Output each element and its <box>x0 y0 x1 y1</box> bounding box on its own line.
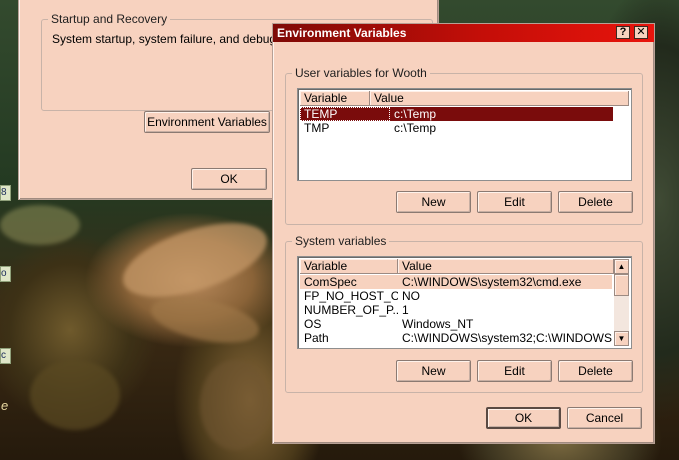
scroll-down-arrow-icon[interactable]: ▼ <box>614 331 629 346</box>
system-variable-row[interactable]: Path C:\WINDOWS\system32;C:\WINDOWS;... <box>300 331 612 345</box>
environment-variables-button[interactable]: Environment Variables <box>144 111 270 133</box>
user-list-header: Variable Value <box>300 91 629 106</box>
startup-recovery-title: Startup and Recovery <box>48 12 171 26</box>
system-variable-row[interactable]: ComSpec C:\WINDOWS\system32\cmd.exe <box>300 275 612 289</box>
environment-variables-dialog: Environment Variables ? ✕ User variables… <box>272 23 655 444</box>
column-header-variable[interactable]: Variable <box>300 91 370 106</box>
user-variables-title: User variables for Wooth <box>292 66 430 80</box>
dialog-title: Environment Variables <box>277 26 407 40</box>
scroll-thumb[interactable] <box>614 274 629 296</box>
help-button[interactable]: ? <box>616 26 630 39</box>
system-variables-list[interactable]: Variable Value ComSpec C:\WINDOWS\system… <box>297 256 632 349</box>
user-delete-button[interactable]: Delete <box>558 191 633 213</box>
system-variable-row[interactable]: NUMBER_OF_P... 1 <box>300 303 612 317</box>
system-variables-group: System variables Variable Value ComSpec … <box>285 234 643 393</box>
column-header-value[interactable]: Value <box>370 91 629 106</box>
desktop-edge-item[interactable]: o <box>0 266 11 282</box>
close-icon[interactable]: ✕ <box>634 26 648 39</box>
desktop-edge-item[interactable]: c <box>0 348 11 364</box>
system-edit-button[interactable]: Edit <box>477 360 552 382</box>
desktop-edge-item[interactable]: 8 <box>0 185 11 201</box>
column-header-value[interactable]: Value <box>398 259 614 274</box>
dialog-titlebar[interactable]: Environment Variables ? ✕ <box>273 24 654 42</box>
column-header-variable[interactable]: Variable <box>300 259 398 274</box>
user-variables-group: User variables for Wooth Variable Value … <box>285 66 643 225</box>
user-variable-row[interactable]: TEMP c:\Temp <box>300 107 613 121</box>
startup-recovery-description: System startup, system failure, and debu… <box>52 32 305 46</box>
desktop-edge-glyph: e <box>1 398 9 413</box>
scroll-up-arrow-icon[interactable]: ▲ <box>614 259 629 274</box>
system-variable-row[interactable]: FP_NO_HOST_C... NO <box>300 289 612 303</box>
cancel-button[interactable]: Cancel <box>567 407 642 429</box>
system-new-button[interactable]: New <box>396 360 471 382</box>
user-new-button[interactable]: New <box>396 191 471 213</box>
ok-button[interactable]: OK <box>486 407 561 429</box>
user-edit-button[interactable]: Edit <box>477 191 552 213</box>
system-list-scrollbar[interactable]: ▲ ▼ <box>614 259 629 346</box>
system-properties-ok-button[interactable]: OK <box>191 168 267 190</box>
system-variable-row[interactable]: OS Windows_NT <box>300 317 612 331</box>
user-variable-row[interactable]: TMP c:\Temp <box>300 121 613 135</box>
user-variables-list[interactable]: Variable Value TEMP c:\Temp TMP c:\Temp <box>297 88 632 181</box>
system-list-header: Variable Value <box>300 259 614 274</box>
system-delete-button[interactable]: Delete <box>558 360 633 382</box>
system-variables-title: System variables <box>292 234 390 248</box>
